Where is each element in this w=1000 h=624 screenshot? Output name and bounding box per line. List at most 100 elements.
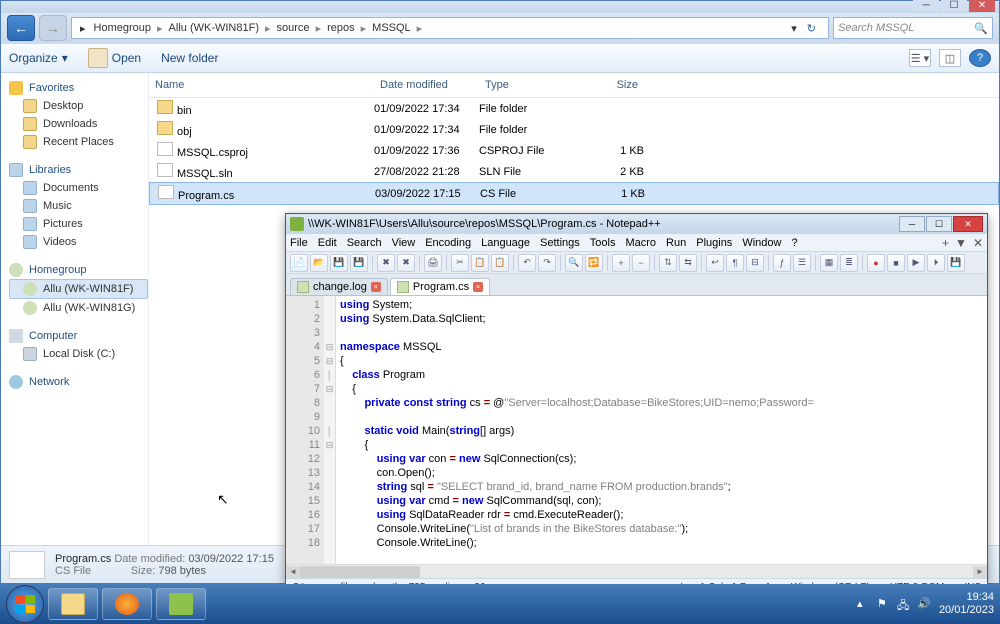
save-icon[interactable]: 💾 xyxy=(330,254,348,272)
breadcrumb-item[interactable]: source xyxy=(273,22,314,34)
npp-hscrollbar[interactable]: ◄ ► xyxy=(286,564,987,578)
new-file-icon[interactable]: 📄 xyxy=(290,254,308,272)
close-icon[interactable]: ✕ xyxy=(973,236,983,250)
breadcrumb-item[interactable]: MSSQL xyxy=(368,22,415,34)
copy-icon[interactable]: 📋 xyxy=(471,254,489,272)
open-file-icon[interactable]: 📂 xyxy=(310,254,328,272)
save-macro-icon[interactable]: 💾 xyxy=(947,254,965,272)
breadcrumb-item[interactable]: Allu (WK-WIN81F) xyxy=(165,22,263,34)
search-input[interactable]: Search MSSQL 🔍 xyxy=(833,17,993,39)
add-icon[interactable]: + xyxy=(942,236,949,250)
file-row[interactable]: MSSQL.sln27/08/2022 21:28SLN File2 KB xyxy=(149,161,999,182)
file-row[interactable]: MSSQL.csproj01/09/2022 17:36CSPROJ File1… xyxy=(149,140,999,161)
tab-close-icon[interactable]: × xyxy=(473,282,483,292)
playback-multi-icon[interactable]: ⏵ xyxy=(927,254,945,272)
breadcrumb-item[interactable]: repos xyxy=(323,22,359,34)
tab-close-icon[interactable]: × xyxy=(371,282,381,292)
refresh-icon[interactable]: ↻ xyxy=(803,22,820,35)
sidebar-item-recent[interactable]: Recent Places xyxy=(9,133,148,151)
save-all-icon[interactable]: 💾 xyxy=(350,254,368,272)
sidebar-favorites[interactable]: Favorites xyxy=(9,79,148,97)
menu-edit[interactable]: Edit xyxy=(318,237,337,249)
breadcrumb[interactable]: ▸ Homegroup▸ Allu (WK-WIN81F)▸ source▸ r… xyxy=(71,17,829,39)
close-all-icon[interactable]: ✖ xyxy=(397,254,415,272)
search-icon[interactable]: 🔍 xyxy=(974,22,988,35)
column-name[interactable]: Name xyxy=(149,77,374,93)
file-row[interactable]: obj01/09/2022 17:34File folder xyxy=(149,119,999,140)
zoom-out-icon[interactable]: − xyxy=(632,254,650,272)
explorer-titlebar[interactable]: ─ ☐ ✕ xyxy=(1,1,999,13)
menu-language[interactable]: Language xyxy=(481,237,530,249)
taskbar-clock[interactable]: 19:34 20/01/2023 xyxy=(939,591,994,617)
maximize-button[interactable]: ☐ xyxy=(941,0,967,12)
scroll-right-icon[interactable]: ► xyxy=(973,566,987,578)
organize-button[interactable]: Organize ▾ xyxy=(9,51,68,65)
view-button[interactable]: ☰ ▾ xyxy=(909,49,931,67)
paste-icon[interactable]: 📋 xyxy=(491,254,509,272)
folder-tree-icon[interactable]: ☰ xyxy=(793,254,811,272)
breadcrumb-item[interactable]: Homegroup xyxy=(90,22,155,34)
play-macro-icon[interactable]: ▶ xyxy=(907,254,925,272)
network-icon[interactable]: 🖧 xyxy=(897,597,911,611)
help-button[interactable]: ? xyxy=(969,49,991,67)
sidebar-item-videos[interactable]: Videos xyxy=(9,233,148,251)
column-type[interactable]: Type xyxy=(479,77,584,93)
npp-editor[interactable]: 123456789101112131415161718 ⊟⊟│⊟│⊟ using… xyxy=(286,296,987,564)
menu-macro[interactable]: Macro xyxy=(625,237,656,249)
sidebar-network[interactable]: Network xyxy=(9,373,148,391)
close-button[interactable]: ✕ xyxy=(969,0,995,12)
open-button[interactable]: Open xyxy=(88,48,141,68)
zoom-in-icon[interactable]: + xyxy=(612,254,630,272)
file-row[interactable]: Program.cs03/09/2022 17:15CS File1 KB xyxy=(149,182,999,205)
menu-plugins[interactable]: Plugins xyxy=(696,237,732,249)
file-list-header[interactable]: Name Date modified Type Size xyxy=(149,73,999,98)
menu-encoding[interactable]: Encoding xyxy=(425,237,471,249)
show-all-icon[interactable]: ¶ xyxy=(726,254,744,272)
code-area[interactable]: using System;using System.Data.SqlClient… xyxy=(336,296,987,564)
doc-map-icon[interactable]: ▦ xyxy=(820,254,838,272)
sidebar-computer[interactable]: Computer xyxy=(9,327,148,345)
new-folder-button[interactable]: New folder xyxy=(161,51,218,65)
function-list-icon[interactable]: ƒ xyxy=(773,254,791,272)
minimize-button[interactable]: ─ xyxy=(913,0,939,12)
scroll-thumb[interactable] xyxy=(300,566,420,578)
npp-titlebar[interactable]: \\WK-WIN81F\Users\Allu\source\repos\MSSQ… xyxy=(286,214,987,234)
doc-list-icon[interactable]: ≣ xyxy=(840,254,858,272)
sidebar-item-pictures[interactable]: Pictures xyxy=(9,215,148,233)
tray-up-icon[interactable]: ▴ xyxy=(857,597,871,611)
sidebar-item-localdisk[interactable]: Local Disk (C:) xyxy=(9,345,148,363)
chevron-down-icon[interactable]: ▼ xyxy=(955,236,967,250)
menu-settings[interactable]: Settings xyxy=(540,237,580,249)
indent-guide-icon[interactable]: ⊟ xyxy=(746,254,764,272)
sidebar-item-user2[interactable]: Allu (WK-WIN81G) xyxy=(9,299,148,317)
back-button[interactable]: ← xyxy=(7,15,35,41)
column-size[interactable]: Size xyxy=(584,77,644,93)
menu-view[interactable]: View xyxy=(392,237,416,249)
menu-file[interactable]: File xyxy=(290,237,308,249)
sidebar-item-user1[interactable]: Allu (WK-WIN81F) xyxy=(9,279,148,299)
sidebar-item-music[interactable]: Music xyxy=(9,197,148,215)
menu-run[interactable]: Run xyxy=(666,237,686,249)
menu-help[interactable]: ? xyxy=(791,237,797,249)
sidebar-item-downloads[interactable]: Downloads xyxy=(9,115,148,133)
menu-search[interactable]: Search xyxy=(347,237,382,249)
sync-v-icon[interactable]: ⇅ xyxy=(659,254,677,272)
redo-icon[interactable]: ↷ xyxy=(538,254,556,272)
undo-icon[interactable]: ↶ xyxy=(518,254,536,272)
npp-minimize-button[interactable]: ─ xyxy=(899,216,925,232)
wordwrap-icon[interactable]: ↩ xyxy=(706,254,724,272)
scroll-left-icon[interactable]: ◄ xyxy=(286,566,300,578)
sidebar-item-documents[interactable]: Documents xyxy=(9,179,148,197)
npp-close-button[interactable]: ✕ xyxy=(953,216,983,232)
tab-programcs[interactable]: Program.cs× xyxy=(390,278,490,295)
breadcrumb-dropdown-icon[interactable]: ▾ xyxy=(787,22,801,35)
record-macro-icon[interactable]: ● xyxy=(867,254,885,272)
npp-maximize-button[interactable]: ☐ xyxy=(926,216,952,232)
close-file-icon[interactable]: ✖ xyxy=(377,254,395,272)
taskbar-firefox[interactable] xyxy=(102,588,152,620)
find-icon[interactable]: 🔍 xyxy=(565,254,583,272)
cut-icon[interactable]: ✂ xyxy=(451,254,469,272)
fold-gutter[interactable]: ⊟⊟│⊟│⊟ xyxy=(324,296,336,564)
forward-button[interactable]: → xyxy=(39,15,67,41)
column-date[interactable]: Date modified xyxy=(374,77,479,93)
